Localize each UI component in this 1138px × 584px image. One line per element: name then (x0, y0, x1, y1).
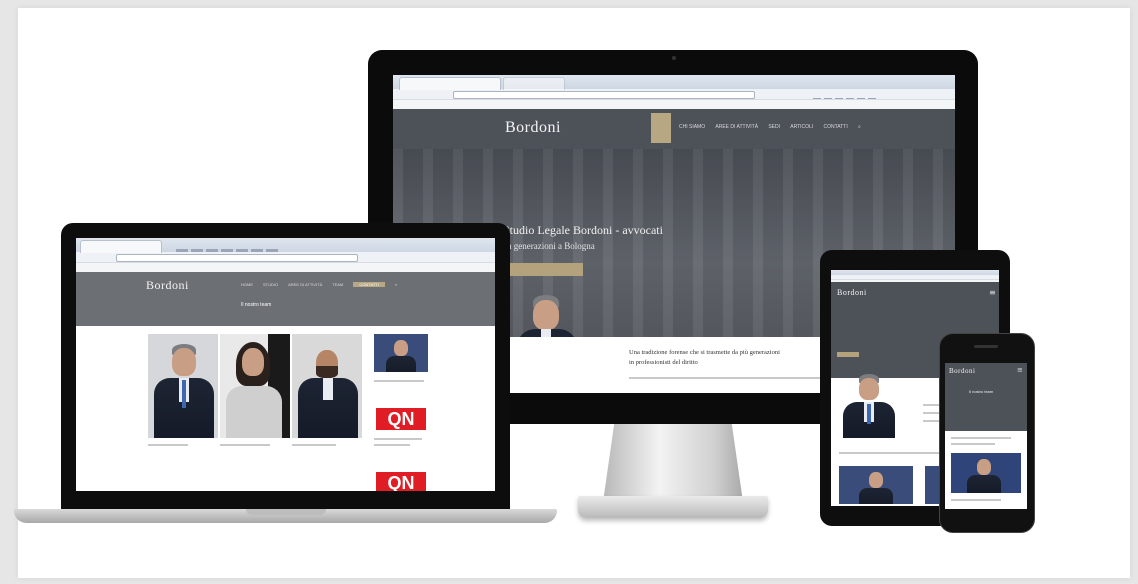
url-bar[interactable] (453, 90, 755, 100)
nav-item[interactable]: ARTICOLI (790, 124, 813, 130)
section-title: Il nostro team (969, 389, 994, 394)
site-logo[interactable]: Bordoni (837, 288, 867, 297)
nav-item[interactable]: TEAM (332, 282, 343, 287)
caption-line (374, 380, 424, 382)
nav-item[interactable]: CONTATTI (353, 282, 385, 287)
monitor-stand-base (578, 496, 768, 518)
caption-line (220, 444, 270, 446)
qn-logo: QN (376, 472, 426, 491)
search-icon[interactable]: ⌕ (395, 282, 397, 287)
browser-chrome (393, 75, 955, 114)
menu-icon[interactable]: ≡ (1017, 366, 1023, 374)
main-nav: HOME STUDIO AREE DI ATTIVITÀ TEAM CONTAT… (241, 282, 406, 287)
nav-item[interactable]: AREE DI ATTIVITÀ (715, 124, 758, 130)
phone-screen: Bordoni ≡ Il nostro team (945, 363, 1027, 509)
nav-active-marker (651, 113, 671, 143)
caption-line (292, 444, 336, 446)
video-thumbnail[interactable] (374, 334, 428, 372)
hero-title: Studio Legale Bordoni - avvocati (503, 223, 663, 237)
nav-item[interactable]: STUDIO (263, 282, 278, 287)
monitor-stand (603, 424, 743, 502)
site-logo[interactable]: Bordoni (505, 119, 561, 137)
team-photo[interactable] (148, 334, 218, 438)
hero-subtitle: da generazioni a Bologna (503, 241, 595, 251)
section-title: Il nostro team (241, 302, 272, 308)
site-logo[interactable]: Bordoni (949, 367, 975, 375)
search-icon[interactable]: ⌕ (858, 124, 861, 130)
camera-dot (672, 56, 676, 60)
caption-line (951, 443, 995, 445)
browser-chrome (76, 238, 495, 273)
url-bar[interactable] (116, 253, 358, 263)
video-thumbnail[interactable] (839, 466, 913, 504)
laptop-notch (246, 509, 326, 515)
site-header: Bordoni CHI SIAMO AREE DI ATTIVITÀ SEDI … (393, 109, 955, 149)
nav-item[interactable]: AREE DI ATTIVITÀ (288, 282, 322, 287)
site-header: Bordoni HOME STUDIO AREE DI ATTIVITÀ TEA… (76, 272, 495, 326)
nav-item[interactable]: CONTATTI (823, 124, 847, 130)
nav-item[interactable]: SEDI (768, 124, 780, 130)
team-photo[interactable] (292, 334, 362, 438)
caption-line (374, 438, 422, 440)
divider (629, 377, 829, 379)
hero-button[interactable] (837, 352, 859, 357)
laptop-screen: Bordoni HOME STUDIO AREE DI ATTIVITÀ TEA… (76, 238, 495, 491)
main-nav: CHI SIAMO AREE DI ATTIVITÀ SEDI ARTICOLI… (679, 124, 870, 130)
apple-logo-icon (667, 396, 679, 410)
phone-speaker (974, 345, 998, 348)
nav-item[interactable]: HOME (241, 282, 253, 287)
menu-icon[interactable]: ≡ (989, 288, 996, 297)
hero-button[interactable] (503, 263, 583, 276)
lawyer-photo (839, 374, 899, 438)
site-header: Bordoni ≡ Il nostro team (945, 363, 1027, 431)
caption-line (951, 499, 1001, 501)
caption-line (148, 444, 188, 446)
team-photo[interactable] (220, 334, 290, 438)
video-thumbnail[interactable] (951, 453, 1021, 493)
qn-logo: QN (376, 408, 426, 430)
nav-item[interactable]: CHI SIAMO (679, 124, 705, 130)
caption-line (374, 444, 410, 446)
site-logo[interactable]: Bordoni (146, 278, 189, 293)
caption-line (951, 437, 1011, 439)
